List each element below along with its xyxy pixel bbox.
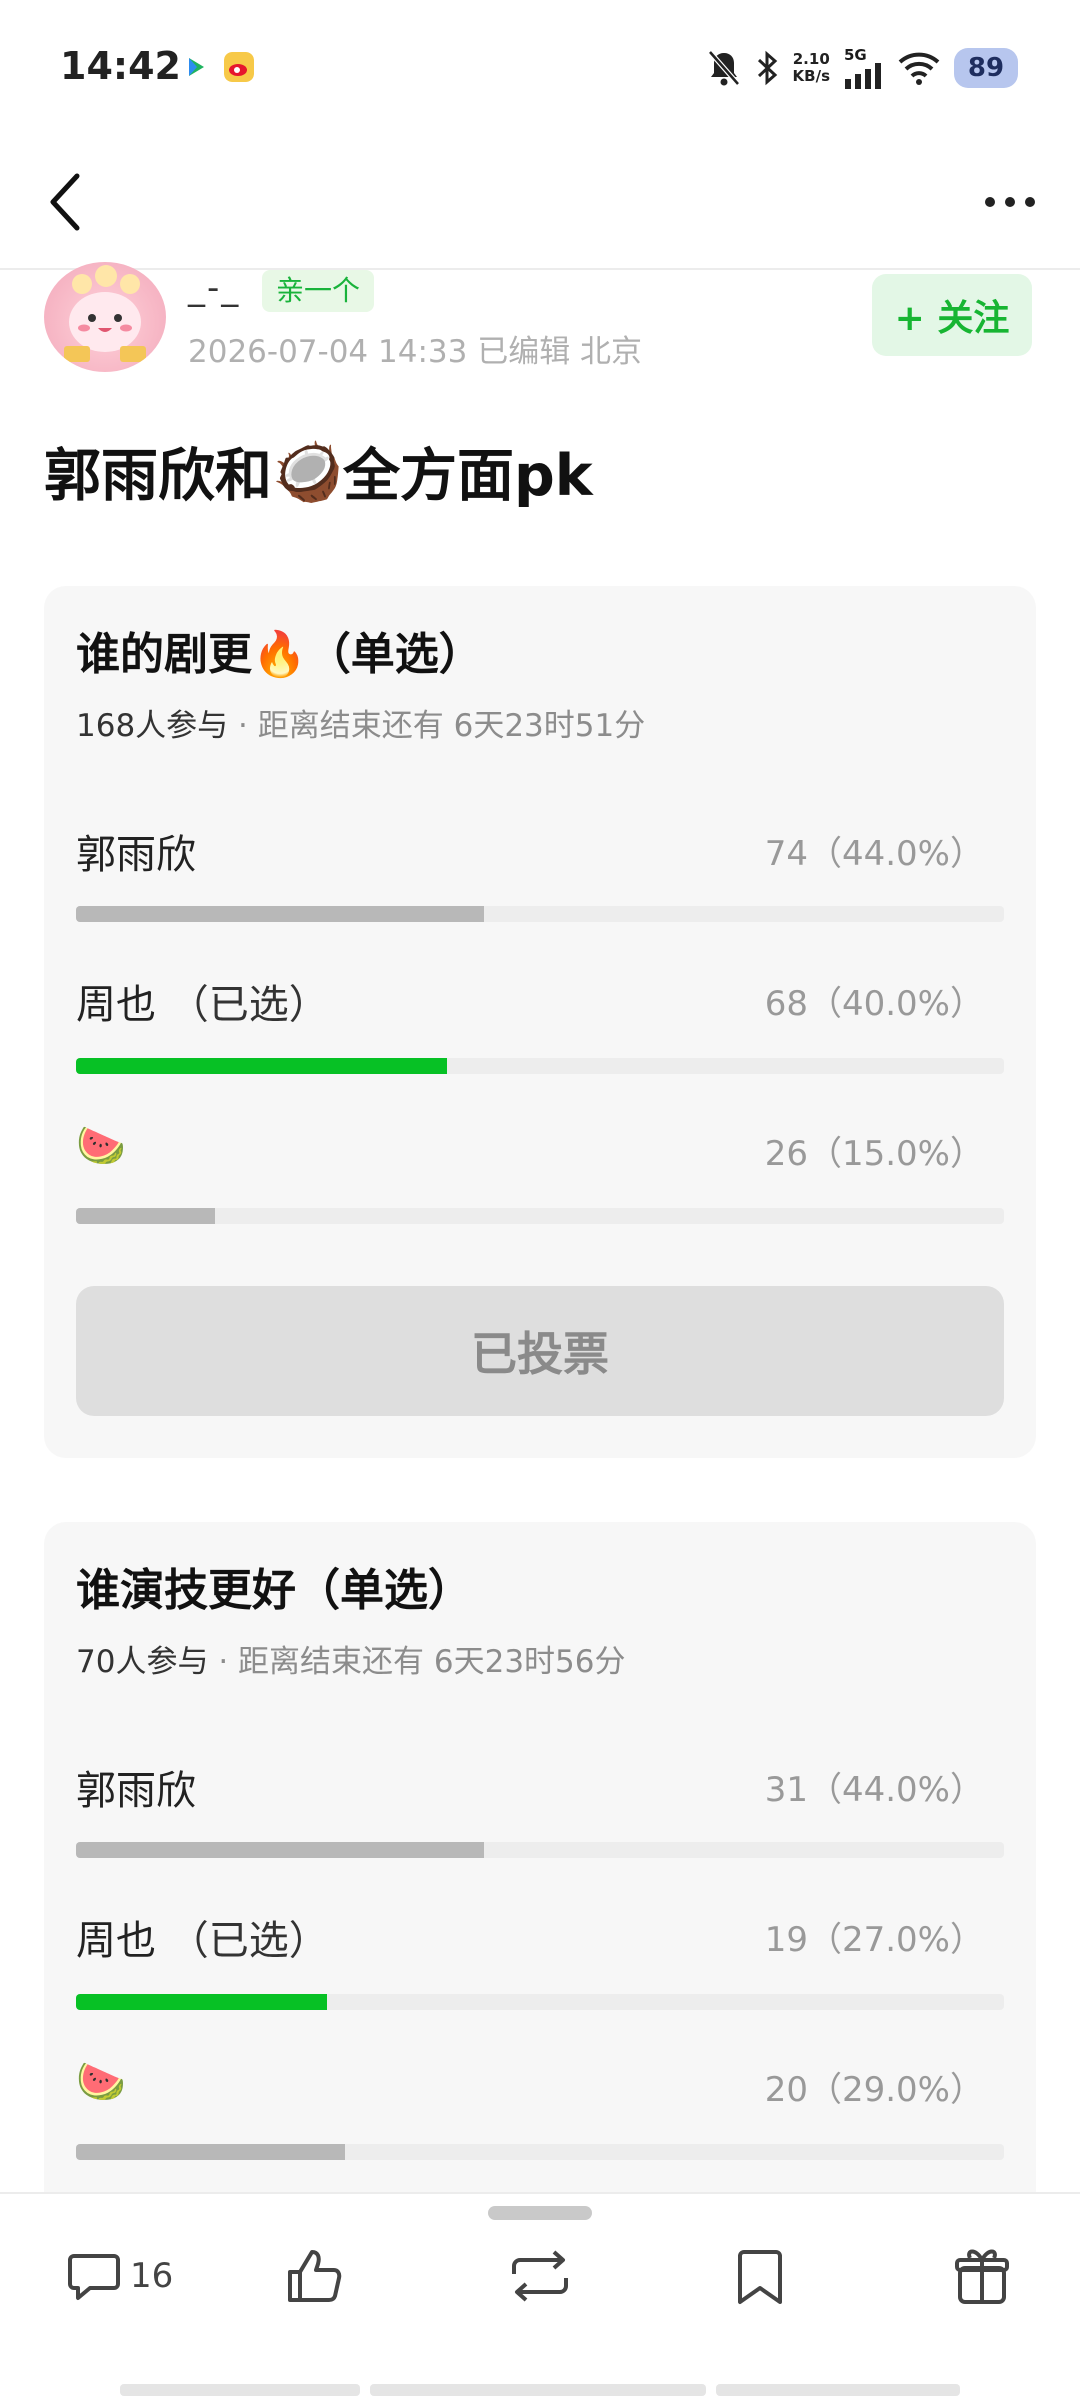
network-type: 5G	[844, 46, 867, 64]
coconut-emoji: 🥥	[272, 438, 343, 505]
gesture-bar	[120, 2384, 360, 2396]
poll-option-count: 74（44.0%）	[764, 834, 984, 874]
post-title: 郭雨欣和 🥥 全方面pk	[44, 438, 593, 510]
poll-option-label[interactable]: 🍉	[76, 1122, 126, 1169]
voted-button[interactable]: 已投票	[76, 1286, 1004, 1416]
poll-option-bar	[76, 906, 1004, 922]
poll-option-bar	[76, 1842, 1004, 1858]
gesture-bar	[716, 2384, 960, 2396]
poll-question: 谁的剧更🔥（单选）	[76, 629, 483, 680]
gift-icon	[955, 2249, 1009, 2304]
post-meta: 2026-07-04 14:33 已编辑 北京	[188, 334, 643, 370]
poll-option-fill	[76, 1842, 485, 1858]
network-speed: 2.10 KB/s	[792, 50, 830, 85]
poll-option-count: 20（29.0%）	[764, 2070, 984, 2110]
poll-participants: 168人参与	[76, 708, 229, 744]
more-dot-icon	[985, 197, 995, 207]
poll-option-bar	[76, 1994, 1004, 2010]
gift-button[interactable]	[952, 2236, 1012, 2316]
poll-option-label[interactable]: 周也 （已选）	[76, 1908, 329, 1966]
nav-bar	[0, 140, 1080, 270]
poll-option-fill	[76, 1208, 216, 1224]
poll-option-bar	[76, 1058, 1004, 1074]
poll-option-count: 26（15.0%）	[764, 1134, 984, 1174]
poll-meta: 70人参与 · 距离结束还有 6天23时56分	[76, 1636, 626, 1681]
more-button[interactable]	[970, 162, 1050, 242]
comment-count: 16	[130, 2256, 174, 2296]
video-app-icon	[180, 52, 210, 82]
wifi-icon	[898, 52, 940, 85]
sheet-handle[interactable]	[488, 2206, 592, 2220]
signal-icon: 5G	[844, 47, 884, 89]
poll-option-label[interactable]: 郭雨欣	[76, 1758, 196, 1816]
poll-option-fill	[76, 1058, 448, 1074]
status-icons: 2.10 KB/s 5G 89	[707, 44, 1018, 92]
poll-option-fill	[76, 1994, 327, 2010]
poll-option-label[interactable]: 郭雨欣	[76, 822, 196, 880]
gesture-bar	[370, 2384, 706, 2396]
status-time: 14:42	[60, 44, 181, 88]
poll-option-count: 68（40.0%）	[764, 984, 984, 1024]
user-badge: 亲一个	[262, 270, 375, 312]
follow-button[interactable]: + 关注	[872, 274, 1032, 356]
weibo-app-icon	[224, 52, 254, 82]
poll-option-fill	[76, 2144, 346, 2160]
poll-option-label[interactable]: 周也 （已选）	[76, 972, 329, 1030]
poll-deadline: · 距离结束还有 6天23时56分	[218, 1644, 626, 1680]
repost-button[interactable]	[506, 2236, 574, 2316]
battery-icon: 89	[954, 48, 1018, 88]
poll-option-bar	[76, 2144, 1004, 2160]
username[interactable]: _-_	[188, 268, 240, 308]
like-button[interactable]	[282, 2236, 346, 2316]
bookmark-icon	[738, 2250, 782, 2304]
poll-option-count: 31（44.0%）	[764, 1770, 984, 1810]
comment-icon	[68, 2254, 120, 2300]
mute-icon	[707, 50, 740, 86]
more-dot-icon	[1005, 197, 1015, 207]
comment-button[interactable]: 16	[64, 2236, 173, 2316]
poll-deadline: · 距离结束还有 6天23时51分	[238, 708, 646, 744]
chevron-left-icon	[50, 173, 80, 231]
more-dot-icon	[1025, 197, 1035, 207]
back-button[interactable]	[30, 162, 100, 242]
poll-option-fill	[76, 906, 485, 922]
status-bar: 14:42 2.10 KB/s 5G 89	[0, 0, 1080, 140]
poll-participants: 70人参与	[76, 1644, 209, 1680]
poll-option-bar	[76, 1208, 1004, 1224]
bookmark-button[interactable]	[732, 2236, 788, 2316]
repost-icon	[512, 2250, 568, 2302]
poll-option-label[interactable]: 🍉	[76, 2058, 126, 2105]
like-icon	[288, 2250, 342, 2302]
poll-option-count: 19（27.0%）	[764, 1920, 984, 1960]
poll-meta: 168人参与 · 距离结束还有 6天23时51分	[76, 700, 645, 745]
bluetooth-icon	[757, 50, 777, 86]
poll-card: 谁演技更好（单选） 70人参与 · 距离结束还有 6天23时56分 郭雨欣 31…	[44, 1522, 1036, 2242]
poll-question: 谁演技更好（单选）	[76, 1565, 472, 1616]
avatar[interactable]	[44, 262, 166, 372]
poll-card: 谁的剧更🔥（单选） 168人参与 · 距离结束还有 6天23时51分 郭雨欣 7…	[44, 586, 1036, 1458]
